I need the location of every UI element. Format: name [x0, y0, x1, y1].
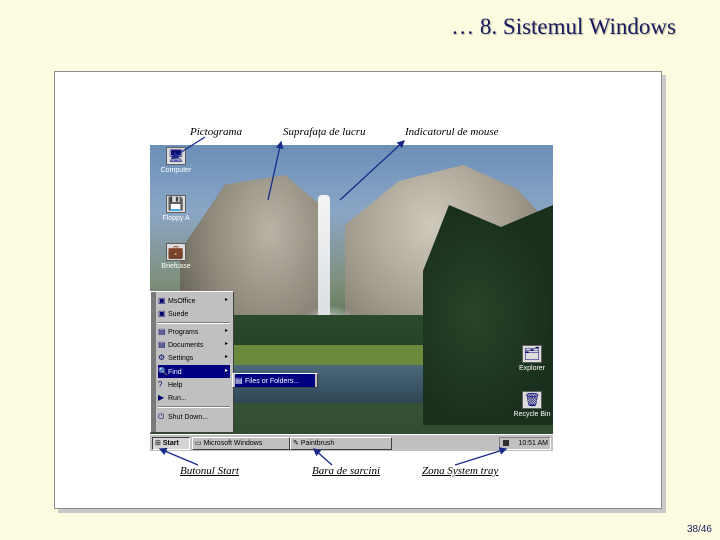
- shutdown-icon: ⏻: [158, 412, 165, 421]
- tray-status-icon[interactable]: [503, 440, 509, 446]
- start-button-label: Start: [162, 440, 179, 447]
- start-menu-item-settings[interactable]: ⚙ Settings ▸: [158, 351, 230, 364]
- run-icon: ▶: [158, 393, 165, 402]
- menu-item-label: Settings: [168, 355, 194, 362]
- menu-item-label: Help: [168, 382, 183, 389]
- callout-tray-label: Zona System tray: [422, 465, 499, 477]
- chevron-right-icon: ▸: [224, 297, 228, 303]
- paint-icon: ✎: [293, 440, 299, 447]
- callout-pointer-label: Indicatorul de mouse: [405, 126, 499, 138]
- office-icon: ▣: [158, 296, 166, 305]
- programs-icon: ▤: [158, 327, 166, 336]
- taskbar-button-label: Microsoft Windows: [203, 440, 263, 447]
- app-icon: ▣: [158, 309, 166, 318]
- tray-clock: 10:51 AM: [518, 440, 548, 447]
- submenu-item-files-or-folders[interactable]: ▤ Files or Folders...: [235, 374, 315, 387]
- desktop-icon-label: Recycle Bin: [513, 411, 551, 418]
- taskbar-button-paintbrush[interactable]: ✎ Paintbrush: [290, 437, 392, 450]
- desktop-icon-computer[interactable]: 🖥 Computer: [150, 147, 202, 174]
- menu-item-label: Find: [168, 369, 182, 376]
- chevron-right-icon: ▸: [224, 368, 228, 374]
- find-submenu: ▤ Files or Folders...: [232, 373, 318, 388]
- start-menu-item-programs[interactable]: ▤ Programs ▸: [158, 325, 230, 338]
- start-menu-item-shutdown[interactable]: ⏻ Shut Down...: [158, 410, 230, 423]
- taskbar-button-windows[interactable]: ▭ Microsoft Windows: [192, 437, 290, 450]
- menu-separator: [158, 322, 230, 324]
- desktop-screenshot: 🖥 Computer 💾 Floppy A 💼 Briefcase 🗂 Expl…: [150, 145, 553, 451]
- start-menu-item-msoffice[interactable]: ▣ MsOffice ▸: [158, 294, 230, 307]
- slide-title: … 8. Sistemul Windows: [451, 14, 676, 39]
- desktop-icon-label: Computer: [160, 167, 192, 174]
- help-icon: ?: [158, 380, 163, 389]
- folder-search-icon: ▤: [235, 376, 243, 385]
- computer-icon: 🖥: [166, 147, 186, 165]
- start-menu-item-suede[interactable]: ▣ Suede: [158, 307, 230, 320]
- page-number: 38/46: [686, 524, 712, 535]
- start-menu-banner: [151, 292, 156, 432]
- desktop-icon-label: Briefcase: [161, 263, 191, 270]
- desktop-icon-label: Floppy A: [162, 215, 190, 222]
- menu-item-label: Files or Folders...: [245, 378, 300, 385]
- menu-separator: [158, 406, 230, 408]
- menu-item-label: Shut Down...: [168, 414, 209, 421]
- start-menu-item-documents[interactable]: ▤ Documents ▸: [158, 338, 230, 351]
- callout-desktop-label: Suprafaţa de lucru: [283, 126, 366, 138]
- menu-item-label: Suede: [168, 311, 189, 318]
- briefcase-icon: 💼: [166, 243, 186, 261]
- menu-item-label: Run...: [168, 395, 187, 402]
- menu-item-label: Programs: [168, 329, 199, 336]
- desktop-icon-floppy[interactable]: 💾 Floppy A: [150, 195, 202, 222]
- desktop-icon-explorer[interactable]: 🗂 Explorer: [506, 345, 553, 372]
- menu-item-label: Documents: [168, 342, 204, 349]
- system-tray[interactable]: 10:51 AM: [499, 437, 551, 450]
- find-icon: 🔍: [158, 367, 168, 376]
- taskbar: ⊞ Start ▭ Microsoft Windows ✎ Paintbrush…: [150, 434, 553, 451]
- windows-logo-icon: ⊞: [155, 440, 161, 447]
- chevron-right-icon: ▸: [224, 341, 228, 347]
- desktop-icon-recycle-bin[interactable]: 🗑 Recycle Bin: [506, 391, 553, 418]
- start-menu-item-help[interactable]: ? Help: [158, 378, 230, 391]
- callout-icon-label: Pictograma: [190, 126, 242, 138]
- start-menu-item-run[interactable]: ▶ Run...: [158, 391, 230, 404]
- desktop-icon-label: Explorer: [518, 365, 546, 372]
- desktop-icon-briefcase[interactable]: 💼 Briefcase: [150, 243, 202, 270]
- callout-taskbar-label: Bara de sarcini: [312, 465, 381, 477]
- start-button[interactable]: ⊞ Start: [152, 437, 190, 450]
- callout-start-label: Butonul Start: [180, 465, 239, 477]
- taskbar-button-label: Paintbrush: [300, 440, 335, 447]
- chevron-right-icon: ▸: [224, 328, 228, 334]
- documents-icon: ▤: [158, 340, 166, 349]
- start-menu-item-find[interactable]: 🔍Find ▸: [158, 365, 230, 378]
- explorer-icon: 🗂: [522, 345, 542, 363]
- recycle-bin-icon: 🗑: [522, 391, 542, 409]
- start-menu: ▣ MsOffice ▸ ▣ Suede ▤ Programs ▸ ▤ Documents ▸…: [150, 291, 234, 433]
- chevron-right-icon: ▸: [224, 354, 228, 360]
- menu-item-label: MsOffice: [168, 298, 196, 305]
- settings-icon: ⚙: [158, 353, 166, 362]
- floppy-icon: 💾: [166, 195, 186, 213]
- window-icon: ▭: [195, 440, 202, 447]
